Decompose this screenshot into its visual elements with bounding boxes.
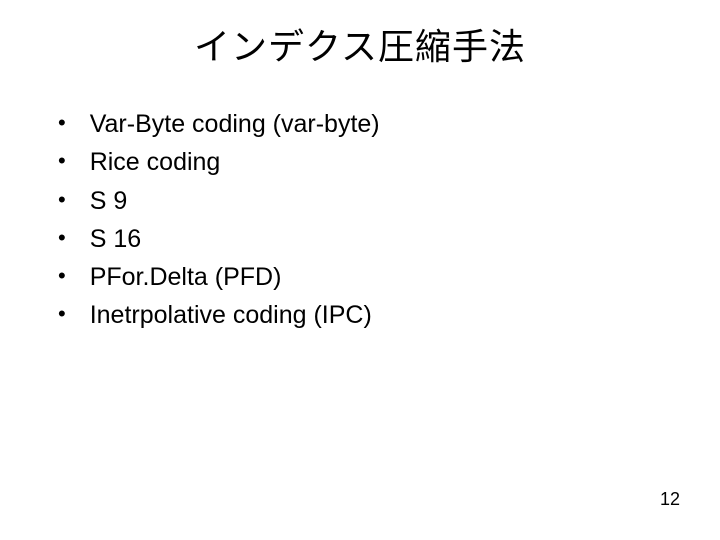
bullet-text: PFor.Delta (PFD) <box>90 259 282 295</box>
bullet-icon: • <box>58 297 66 330</box>
bullet-icon: • <box>58 259 66 292</box>
list-item: • PFor.Delta (PFD) <box>58 259 690 295</box>
bullet-text: Var-Byte coding (var-byte) <box>90 106 380 142</box>
bullet-text: Rice coding <box>90 144 221 180</box>
page-number: 12 <box>660 489 680 510</box>
bullet-text: S 16 <box>90 221 141 257</box>
slide-title: インデクス圧縮手法 <box>30 18 690 70</box>
bullet-text: Inetrpolative coding (IPC) <box>90 297 372 333</box>
list-item: • S 16 <box>58 221 690 257</box>
list-item: • Var-Byte coding (var-byte) <box>58 106 690 142</box>
slide-container: インデクス圧縮手法 • Var-Byte coding (var-byte) •… <box>0 0 720 540</box>
list-item: • S 9 <box>58 183 690 219</box>
bullet-icon: • <box>58 106 66 139</box>
bullet-icon: • <box>58 144 66 177</box>
list-item: • Inetrpolative coding (IPC) <box>58 297 690 333</box>
bullet-icon: • <box>58 183 66 216</box>
list-item: • Rice coding <box>58 144 690 180</box>
bullet-text: S 9 <box>90 183 128 219</box>
bullet-list: • Var-Byte coding (var-byte) • Rice codi… <box>30 106 690 334</box>
bullet-icon: • <box>58 221 66 254</box>
